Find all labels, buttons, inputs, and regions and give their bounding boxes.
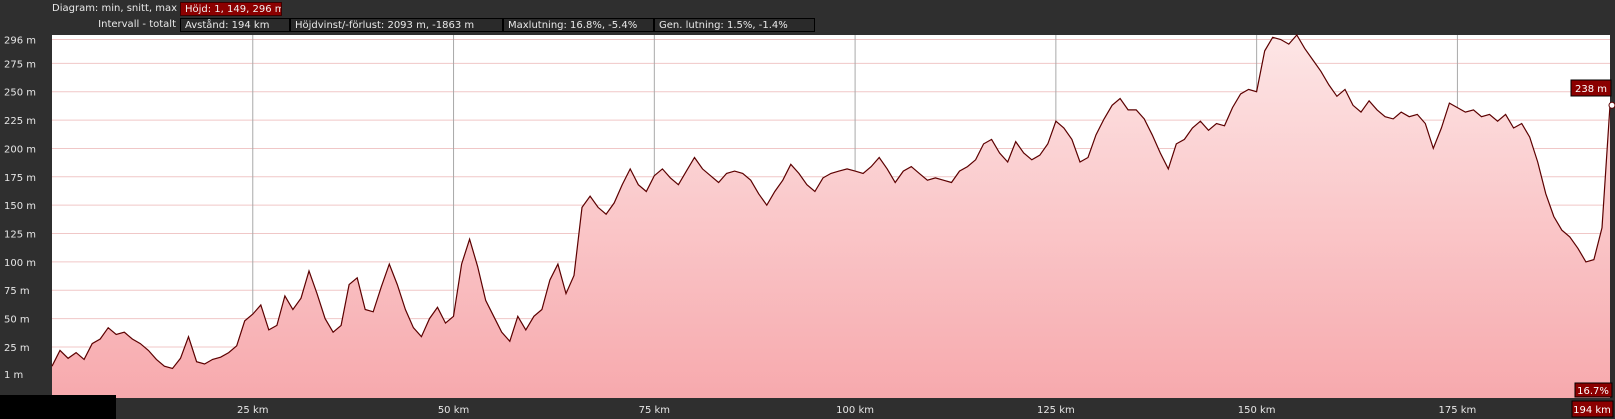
current-slope-marker: 16.7% [1574, 382, 1613, 398]
y-tick-label: 250 m [4, 88, 36, 99]
x-tick-label: 150 km [1238, 405, 1276, 416]
y-tick-label: 1 m [4, 370, 23, 381]
elevation-chart[interactable]: 1 m 25 m 50 m 75 m 100 m 125 m 150 m 175 m 200 m… [0, 0, 1615, 419]
current-position-dot [1608, 101, 1615, 109]
y-tick-label: 150 m [4, 201, 36, 212]
elevation-profile-window: Diagram: min, snitt, max Höjd: 1, 149, 2… [0, 0, 1615, 419]
x-tick-label: 100 km [836, 405, 874, 416]
current-distance-text: 194 km [1573, 405, 1611, 416]
x-tick-label: 175 km [1439, 405, 1477, 416]
y-tick-label: 75 m [4, 286, 30, 297]
x-tick-label: 50 km [438, 405, 469, 416]
y-tick-label: 100 m [4, 258, 36, 269]
y-tick-label: 200 m [4, 144, 36, 155]
current-height-text: 238 m [1575, 84, 1607, 95]
y-tick-label: 175 m [4, 173, 36, 184]
x-tick-label: 125 km [1037, 405, 1075, 416]
x-axis-ticks: 25 km 50 km 75 km 100 km 125 km 150 km 175 km [237, 405, 1476, 416]
corner-block [0, 395, 116, 419]
y-tick-label: 125 m [4, 230, 36, 241]
x-tick-label: 75 km [639, 405, 670, 416]
y-tick-label: 25 m [4, 343, 30, 354]
y-tick-label: 50 m [4, 315, 30, 326]
current-distance-marker: 194 km [1571, 400, 1614, 418]
current-slope-text: 16.7% [1577, 386, 1609, 397]
y-tick-label: 275 m [4, 59, 36, 70]
current-height-marker: 238 m [1570, 79, 1612, 97]
y-tick-label: 296 m [4, 36, 36, 47]
y-tick-label: 225 m [4, 116, 36, 127]
x-tick-label: 25 km [237, 405, 268, 416]
y-axis-ticks: 1 m 25 m 50 m 75 m 100 m 125 m 150 m 175 m 200 m… [4, 36, 36, 382]
